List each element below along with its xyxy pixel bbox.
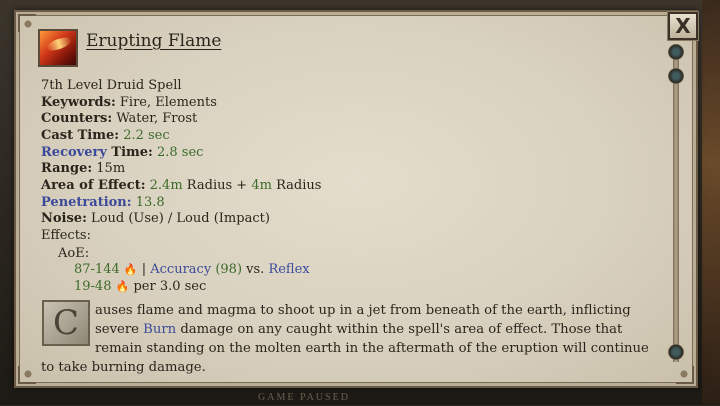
- dot-damage-value: 19-48: [74, 279, 112, 294]
- aoe-radius-b: 4m: [251, 178, 272, 193]
- counters-label: Counters:: [41, 111, 113, 126]
- noise-value: Loud (Use) / Loud (Impact): [91, 211, 270, 226]
- penetration-link[interactable]: Penetration:: [41, 195, 132, 210]
- dot-row: 19-48 🔥 per 3.0 sec: [74, 279, 206, 295]
- description-line: to take burning damage.: [41, 358, 661, 377]
- recovery-value: 2.8 sec: [157, 145, 204, 160]
- aoe-text-b: Radius: [271, 178, 322, 193]
- scroll-thumb[interactable]: [668, 68, 684, 84]
- aoe-effect-label: AoE:: [58, 246, 90, 261]
- burn-link[interactable]: Burn: [143, 322, 176, 337]
- description-line: auses flame and magma to shoot up in a j…: [41, 301, 661, 320]
- counters-row: Counters: Water, Frost: [41, 111, 197, 127]
- counters-value: Water, Frost: [116, 111, 198, 126]
- cast-time-row: Cast Time: 2.2 sec: [41, 128, 170, 144]
- description-text: to take burning damage.: [41, 360, 206, 375]
- description-text: remain standing on the molten earth in t…: [95, 341, 649, 356]
- close-icon: X: [675, 14, 691, 38]
- dot-interval: per 3.0 sec: [133, 279, 207, 294]
- keywords-label: Keywords:: [41, 95, 116, 110]
- defense-link[interactable]: Reflex: [268, 262, 309, 277]
- spell-title: Erupting Flame: [86, 31, 222, 51]
- cast-time-label: Cast Time:: [41, 128, 120, 143]
- area-of-effect-row: Area of Effect: 2.4m Radius + 4m Radius: [41, 178, 321, 194]
- corner-ornament: [18, 366, 36, 384]
- accuracy-value: (98): [215, 262, 243, 277]
- scrollbar-track[interactable]: [673, 44, 679, 362]
- separator: |: [141, 262, 147, 277]
- aoe-label: Area of Effect:: [41, 178, 146, 193]
- recovery-label: Time:: [106, 145, 153, 160]
- noise-row: Noise: Loud (Use) / Loud (Impact): [41, 211, 270, 227]
- corner-ornament: [18, 14, 36, 32]
- fire-icon: 🔥: [115, 280, 130, 293]
- description-text: damage on any caught within the spell's …: [176, 322, 623, 337]
- close-button[interactable]: X: [668, 12, 698, 40]
- recovery-row: Recovery Time: 2.8 sec: [41, 145, 203, 161]
- scroll-down-ornament[interactable]: [668, 344, 684, 360]
- scroll-up-ornament[interactable]: [668, 44, 684, 60]
- spell-description: auses flame and magma to shoot up in a j…: [41, 301, 661, 377]
- cast-time-value: 2.2 sec: [123, 128, 170, 143]
- recovery-link[interactable]: Recovery: [41, 145, 107, 160]
- damage-row: 87-144 🔥 | Accuracy (98) vs. Reflex: [74, 262, 310, 278]
- range-row: Range: 15m: [41, 161, 125, 177]
- spell-level: 7th Level Druid Spell: [41, 78, 182, 93]
- description-line: severe Burn damage on any caught within …: [41, 320, 661, 339]
- penetration-row: Penetration: 13.8: [41, 195, 165, 211]
- description-text: auses flame and magma to shoot up in a j…: [95, 303, 631, 318]
- flame-icon: [45, 34, 73, 54]
- corner-ornament: [676, 366, 694, 384]
- range-label: Range:: [41, 161, 93, 176]
- accuracy-link[interactable]: Accuracy: [150, 262, 211, 277]
- description-line: remain standing on the molten earth in t…: [41, 339, 661, 358]
- background-scenery: [702, 0, 720, 405]
- fire-icon: 🔥: [123, 263, 138, 276]
- damage-value: 87-144: [74, 262, 120, 277]
- effects-label: Effects:: [41, 228, 91, 243]
- noise-label: Noise:: [41, 211, 87, 226]
- penetration-value: 13.8: [135, 195, 165, 210]
- pause-banner: GAME PAUSED: [258, 392, 350, 403]
- vs-text: vs.: [246, 262, 265, 277]
- spell-icon: [38, 29, 78, 67]
- aoe-text-a: Radius +: [182, 178, 252, 193]
- aoe-radius-a: 2.4m: [149, 178, 183, 193]
- keywords-value: Fire, Elements: [119, 95, 217, 110]
- keywords-row: Keywords: Fire, Elements: [41, 95, 217, 111]
- range-value: 15m: [96, 161, 126, 176]
- description-text: severe: [95, 322, 144, 337]
